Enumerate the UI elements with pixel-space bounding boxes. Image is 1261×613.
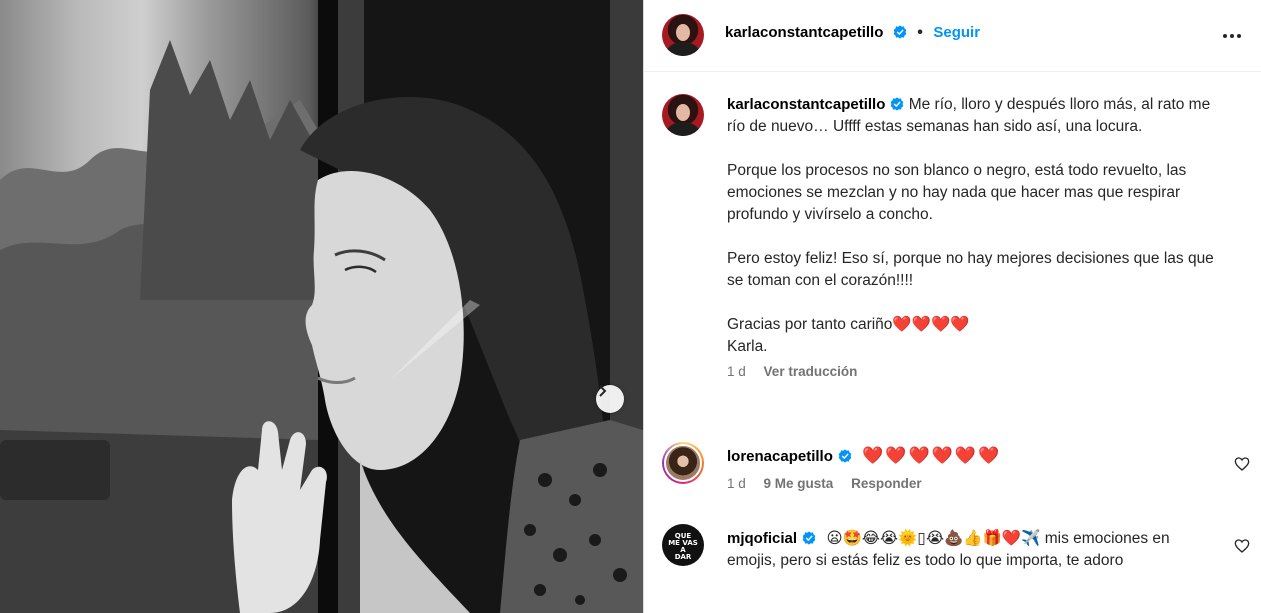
chevron-right-icon [599, 385, 607, 397]
verified-badge-icon [893, 25, 907, 39]
commenter-avatar[interactable]: QUE ME VAS A DAR [662, 524, 704, 566]
author-avatar[interactable] [662, 14, 704, 56]
heart-outline-icon[interactable] [1234, 538, 1250, 554]
more-options-icon[interactable] [1220, 24, 1244, 48]
caption-signature: Karla. [727, 338, 768, 355]
comment-2-author[interactable]: mjqoficial [727, 530, 797, 547]
caption: karlaconstantcapetillo Me río, lloro y d… [727, 94, 1232, 379]
verified-badge-icon [891, 97, 904, 111]
header-meta: karlaconstantcapetillo • Seguir [725, 24, 980, 42]
verified-badge-icon [838, 449, 852, 463]
translate-button[interactable]: Ver traducción [764, 364, 858, 379]
caption-meta: 1 d Ver traducción [727, 364, 1232, 379]
instagram-post-view: karlaconstantcapetillo • Seguir karlacon… [0, 0, 1261, 613]
post-photo[interactable] [0, 0, 643, 613]
author-username[interactable]: karlaconstantcapetillo [725, 24, 883, 41]
caption-paragraph-3: Pero estoy feliz! Eso sí, porque no hay … [727, 250, 1214, 289]
comment-1-likes[interactable]: 9 Me gusta [764, 476, 834, 491]
next-photo-button[interactable] [596, 385, 624, 413]
caption-paragraph-2: Porque los procesos no son blanco o negr… [727, 162, 1187, 223]
post-header: karlaconstantcapetillo • Seguir [644, 0, 1261, 72]
comment-1-text-line: lorenacapetillo ❤️❤️❤️❤️❤️❤️ [727, 445, 1207, 468]
avatar-text-line: DAR [674, 553, 692, 561]
comment-1: lorenacapetillo ❤️❤️❤️❤️❤️❤️ 1 d 9 Me gu… [727, 445, 1207, 491]
caption-author-avatar[interactable] [662, 94, 704, 136]
verified-badge-icon [802, 531, 816, 545]
comment-2-text-line: mjqoficial 😦🤩😂😭🌞▯😭💩👍🎁❤️✈️ mis emociones … [727, 528, 1217, 572]
comment-1-time[interactable]: 1 d [727, 476, 746, 491]
caption-paragraph-1: karlaconstantcapetillo Me río, lloro y d… [727, 94, 1232, 138]
photo-illustration [0, 0, 643, 613]
comment-2-emojis: 😦🤩😂😭🌞▯😭💩👍🎁❤️✈️ [826, 530, 1041, 547]
commenter-avatar[interactable] [662, 442, 704, 484]
comment-2: mjqoficial 😦🤩😂😭🌞▯😭💩👍🎁❤️✈️ mis emociones … [727, 528, 1217, 572]
heart-outline-icon[interactable] [1234, 456, 1250, 472]
separator-dot: • [917, 24, 923, 41]
follow-button[interactable]: Seguir [933, 24, 980, 41]
comment-1-meta: 1 d 9 Me gusta Responder [727, 476, 1207, 491]
caption-author-username[interactable]: karlaconstantcapetillo [727, 96, 885, 113]
caption-paragraph-4: Gracias por tanto cariño❤️❤️❤️❤️ Karla. [727, 314, 1232, 358]
comment-1-reply-button[interactable]: Responder [851, 476, 922, 491]
comment-1-text: ❤️❤️❤️❤️❤️❤️ [862, 446, 1002, 465]
comment-1-author[interactable]: lorenacapetillo [727, 448, 833, 465]
post-sidebar: karlaconstantcapetillo • Seguir karlacon… [643, 0, 1261, 613]
caption-time[interactable]: 1 d [727, 364, 746, 379]
caption-thanks: Gracias por tanto cariño❤️❤️❤️❤️ [727, 316, 970, 333]
